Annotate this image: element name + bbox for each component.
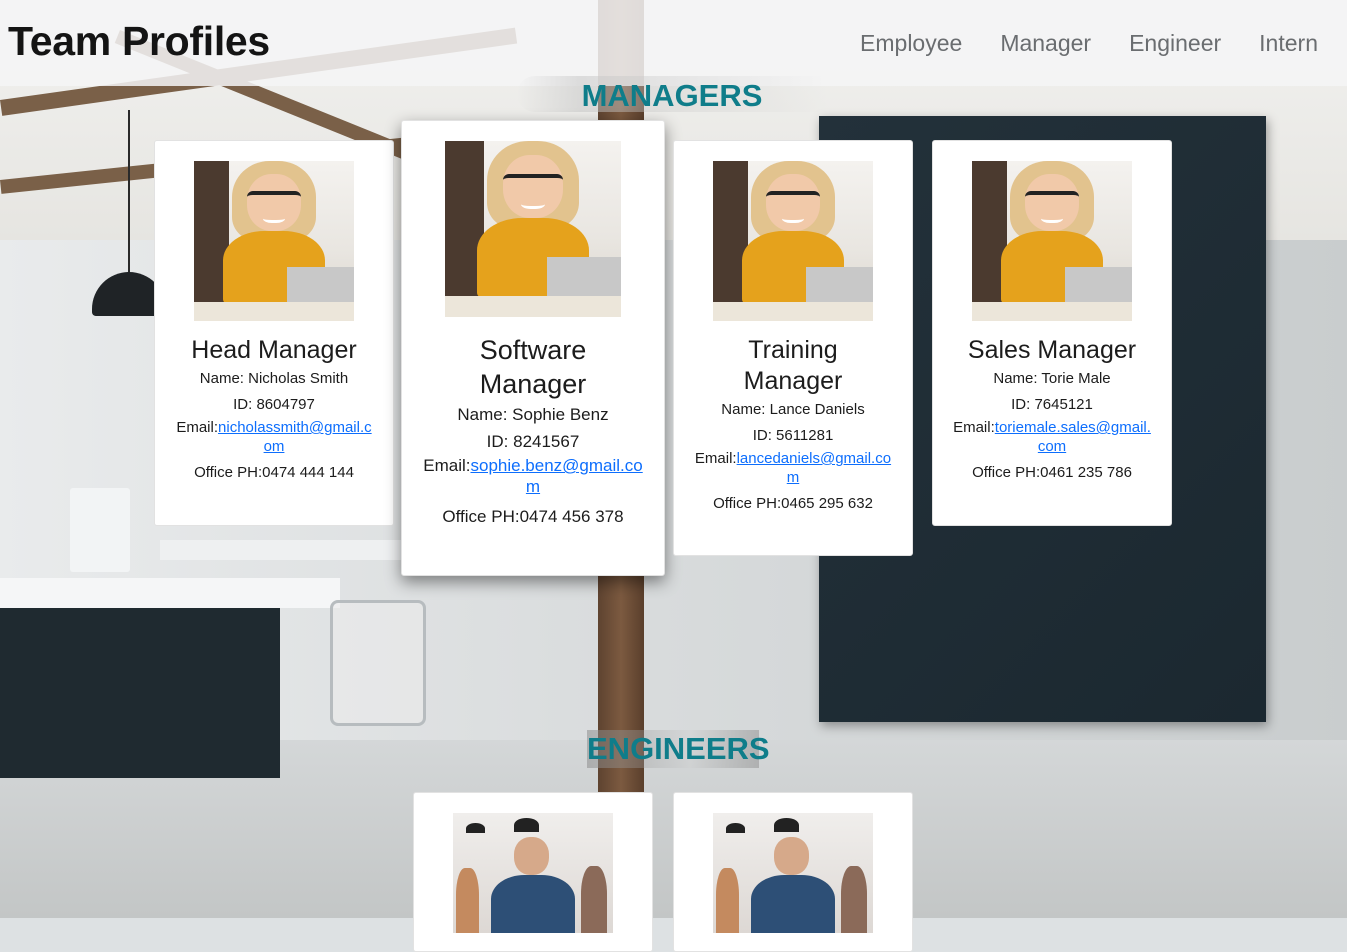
email-row: Email:lancedaniels@gmail.com — [674, 449, 912, 487]
nav-link-engineer[interactable]: Engineer — [1129, 30, 1221, 57]
office-phone: Office PH:0465 295 632 — [713, 495, 873, 512]
manager-card: Sales Manager Name: Torie Male ID: 76451… — [932, 140, 1172, 526]
employee-id: ID: 8241567 — [486, 432, 580, 451]
profile-photo — [194, 161, 354, 321]
office-phone: Office PH:0474 456 378 — [442, 507, 624, 526]
role-title: Head Manager — [191, 336, 357, 364]
desk — [160, 540, 420, 560]
email-row: Email:sophie.benz@gmail.com — [402, 455, 664, 497]
profile-photo — [713, 161, 873, 321]
employee-id: ID: 8604797 — [233, 396, 315, 413]
nav-link-intern[interactable]: Intern — [1259, 30, 1318, 57]
profile-photo — [972, 161, 1132, 321]
profile-photo — [713, 813, 873, 933]
email-link[interactable]: toriemale.sales@gmail.com — [995, 419, 1151, 455]
employee-id: ID: 7645121 — [1011, 396, 1093, 413]
desk — [0, 578, 340, 608]
email-label: Email: — [953, 419, 995, 436]
nav-links: Employee Manager Engineer Intern — [860, 30, 1318, 57]
lamp-cord — [128, 110, 130, 274]
profile-photo — [453, 813, 613, 933]
role-title: Training Manager — [743, 336, 843, 395]
role-title: Software Manager — [479, 335, 587, 399]
desk-cabinet — [0, 608, 280, 778]
employee-name: Name: Lance Daniels — [721, 401, 865, 418]
engineer-card — [673, 792, 913, 952]
navbar: Team Profiles Employee Manager Engineer … — [0, 0, 1347, 86]
nav-link-manager[interactable]: Manager — [1000, 30, 1091, 57]
email-label: Email: — [176, 419, 219, 436]
managers-section-title: MANAGERS — [517, 76, 827, 113]
manager-card: Training Manager Name: Lance Daniels ID:… — [673, 140, 913, 556]
email-link[interactable]: sophie.benz@gmail.com — [470, 456, 642, 496]
app-title[interactable]: Team Profiles — [8, 18, 270, 65]
profile-photo — [445, 141, 621, 317]
manager-card: Head Manager Name: Nicholas Smith ID: 86… — [154, 140, 394, 526]
engineer-card — [413, 792, 653, 952]
role-title: Sales Manager — [967, 336, 1137, 364]
employee-name: Name: Torie Male — [993, 370, 1111, 387]
email-row: Email:toriemale.sales@gmail.com — [933, 418, 1171, 456]
engineers-section-title: ENGINEERS — [587, 730, 770, 768]
office-phone: Office PH:0474 444 144 — [194, 464, 354, 481]
employee-name: Name: Sophie Benz — [457, 405, 609, 424]
nav-link-employee[interactable]: Employee — [860, 30, 962, 57]
email-label: Email: — [694, 450, 737, 467]
manager-card: Software Manager Name: Sophie Benz ID: 8… — [401, 120, 665, 576]
email-link[interactable]: nicholassmith@gmail.com — [218, 419, 372, 455]
employee-id: ID: 5611281 — [752, 427, 834, 444]
office-chair — [330, 600, 426, 726]
email-row: Email:nicholassmith@gmail.com — [155, 418, 393, 456]
email-link[interactable]: lancedaniels@gmail.com — [737, 450, 891, 486]
employee-name: Name: Nicholas Smith — [199, 370, 349, 387]
email-label: Email: — [423, 456, 471, 475]
monitor — [70, 488, 130, 572]
office-phone: Office PH:0461 235 786 — [972, 464, 1132, 481]
